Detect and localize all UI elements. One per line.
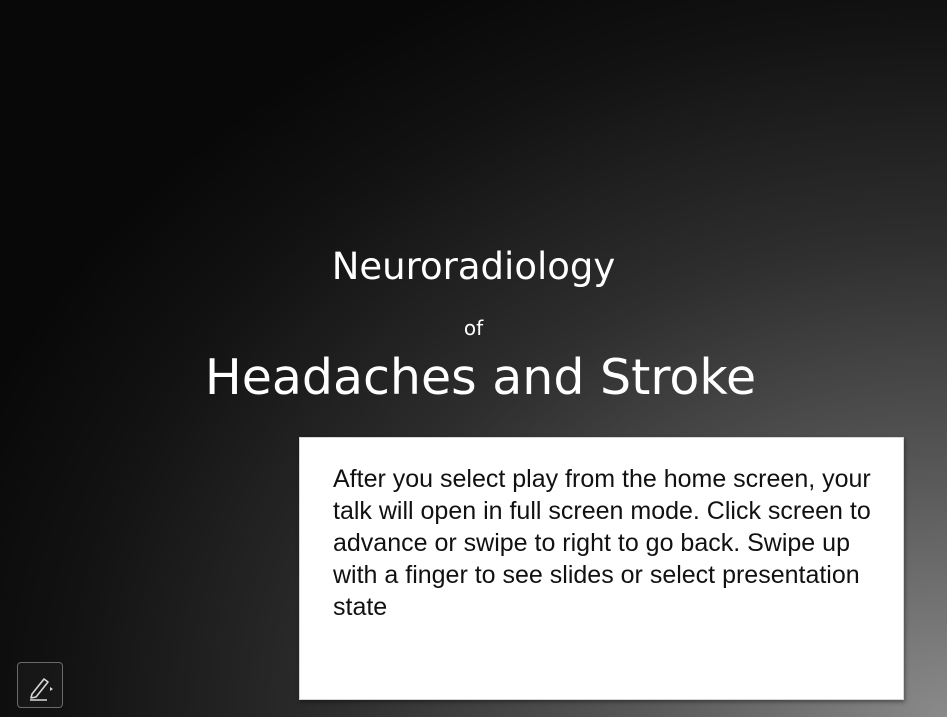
- slide-title-line-2: of: [463, 316, 484, 340]
- slide-canvas[interactable]: Neuroradiology of Headaches and Stroke A…: [0, 0, 947, 717]
- instruction-text: After you select play from the home scre…: [333, 465, 871, 621]
- slide-title-main: Headaches and Stroke: [204, 349, 757, 406]
- annotate-pen-button[interactable]: [17, 662, 63, 708]
- instruction-tooltip: After you select play from the home scre…: [299, 437, 904, 700]
- slide-title-line-1: Neuroradiology: [331, 245, 616, 288]
